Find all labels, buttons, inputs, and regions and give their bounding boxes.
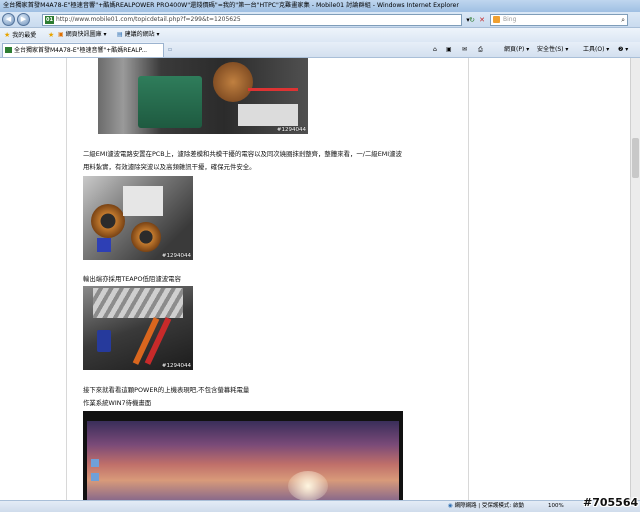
photo1-label — [238, 104, 298, 126]
feed-icon: ▣ — [58, 31, 64, 38]
back-button[interactable]: ◀ — [2, 13, 15, 26]
web-slice-gallery-link[interactable]: ▣ 網頁快訊圖庫 ▾ — [58, 28, 107, 42]
favorites-star-icon: ★ — [4, 31, 11, 39]
add-favorite-icon[interactable]: ★ — [48, 28, 54, 43]
photo3-heatsink — [93, 288, 183, 318]
favorites-bar: ★ 我的最愛 ★ ▣ 網頁快訊圖庫 ▾ ▤ 建議的網站 ▾ — [0, 28, 640, 42]
globe-icon: ◉ — [448, 503, 453, 509]
address-bar[interactable]: 01 http://www.mobile01.com/topicdetail.p… — [42, 14, 462, 26]
search-box[interactable]: Bing ⌕ — [490, 14, 628, 26]
post-text-emi-line2: 用料紮實，有效濾除突波以及高頻雜訊干擾，確保元件安全。 — [83, 163, 256, 171]
search-icon[interactable]: ⌕ — [621, 15, 625, 25]
window-title: 全台獨家首發M4A78-E"極速音響"+酷媽REALPOWER PRO400W"… — [0, 0, 640, 12]
feeds-icon[interactable]: ▣ — [446, 42, 452, 58]
page-viewport: #1294044 二級EMI濾波電路安置在PCB上，濾除差模和共模干擾的電容以及… — [0, 58, 640, 500]
post-text-teapo: 輸出端亦採用TEAPO低阻濾波電容 — [83, 275, 181, 283]
photo2-coil-left — [91, 204, 125, 238]
photo4-sun — [288, 471, 328, 500]
tab-label: 全台獨家首發M4A78-E"極速音響"+酷媽REALP... — [14, 47, 148, 54]
photo3-capacitor — [97, 330, 111, 352]
tab-row: 全台獨家首發M4A78-E"極速音響"+酷媽REALP... ▫ ⌂ ▣ ✉ ⎙… — [0, 42, 640, 58]
sites-icon: ▤ — [117, 31, 123, 38]
zoom-level[interactable]: 100% — [548, 501, 564, 512]
print-icon[interactable]: ⎙ — [478, 42, 483, 58]
photo3-watermark: #1294044 — [161, 363, 191, 369]
suggested-sites-link[interactable]: ▤ 建議的網站 ▾ — [117, 28, 160, 42]
bing-icon — [493, 16, 500, 23]
post-photo-emi-coils[interactable]: #1294044 — [83, 176, 193, 260]
tab-favicon — [5, 47, 12, 53]
photo2-white-block — [123, 186, 163, 216]
read-mail-icon[interactable]: ✉ — [462, 42, 467, 58]
status-bar: ◉ 網際網路 | 受保護模式: 啟動 100% — [0, 500, 640, 512]
post-photo-win7-desktop[interactable] — [83, 411, 403, 500]
favorites-button[interactable]: ★ 我的最愛 — [4, 28, 36, 43]
post-photo-emi-module[interactable]: #1294044 — [98, 58, 308, 134]
zone-label: 網際網路 | 受保護模式: 啟動 — [454, 503, 525, 509]
page-menu[interactable]: 網頁(P) ▾ — [504, 42, 529, 58]
photo2-watermark: #1294044 — [161, 253, 191, 259]
scrollbar-thumb[interactable] — [632, 138, 639, 178]
forward-button[interactable]: ▶ — [17, 13, 30, 26]
tools-menu[interactable]: 工具(O) ▾ — [583, 42, 609, 58]
content-right-border — [468, 58, 469, 500]
suggested-sites-label: 建議的網站 ▾ — [124, 31, 160, 38]
back-arrow-icon: ◀ — [5, 15, 12, 23]
photo4-desktop-icon — [91, 473, 99, 481]
safety-menu[interactable]: 安全性(S) ▾ — [537, 42, 568, 58]
overlay-post-id: #705564 — [583, 496, 639, 509]
photo1-watermark: #1294044 — [276, 127, 306, 133]
stop-icon[interactable]: ✕ — [476, 14, 488, 26]
post-text-power-test: 接下來就看看這顆POWER的上機表現吧,不包含螢幕耗電量 — [83, 386, 250, 394]
post-photo-output-caps[interactable]: #1294044 — [83, 286, 193, 370]
photo4-desktop-icon — [91, 459, 99, 467]
tab-current[interactable]: 全台獨家首發M4A78-E"極速音響"+酷媽REALP... — [2, 43, 164, 57]
search-placeholder: Bing — [503, 16, 517, 23]
photo4-screen — [87, 421, 399, 500]
new-tab-icon[interactable]: ▫ — [168, 42, 172, 58]
help-menu[interactable]: ❷ ▾ — [618, 42, 628, 58]
web-slice-gallery-label: 網頁快訊圖庫 ▾ — [65, 31, 107, 38]
photo2-blue-cap — [97, 238, 111, 252]
home-icon[interactable]: ⌂ — [433, 42, 437, 58]
address-toolbar: ◀ ▶ 01 http://www.mobile01.com/topicdeta… — [0, 12, 640, 28]
address-url: http://www.mobile01.com/topicdetail.php?… — [56, 16, 241, 23]
vertical-scrollbar[interactable] — [630, 58, 640, 500]
post-text-emi-line1: 二級EMI濾波電路安置在PCB上，濾除差模和共模干擾的電容以及同次繞圈抹剎整齊，… — [83, 150, 402, 158]
photo2-coil-right — [131, 222, 161, 252]
favorites-label: 我的最愛 — [12, 32, 37, 39]
photo1-wire — [248, 88, 298, 91]
content-left-border — [66, 58, 67, 500]
photo1-coil — [213, 62, 253, 102]
internet-zone-status: ◉ 網際網路 | 受保護模式: 啟動 — [448, 501, 524, 512]
photo1-green-block — [138, 76, 202, 128]
site-favicon: 01 — [45, 16, 54, 24]
forward-arrow-icon: ▶ — [20, 15, 27, 23]
post-text-win7-idle: 作業系統WIN7待機畫面 — [83, 399, 152, 407]
